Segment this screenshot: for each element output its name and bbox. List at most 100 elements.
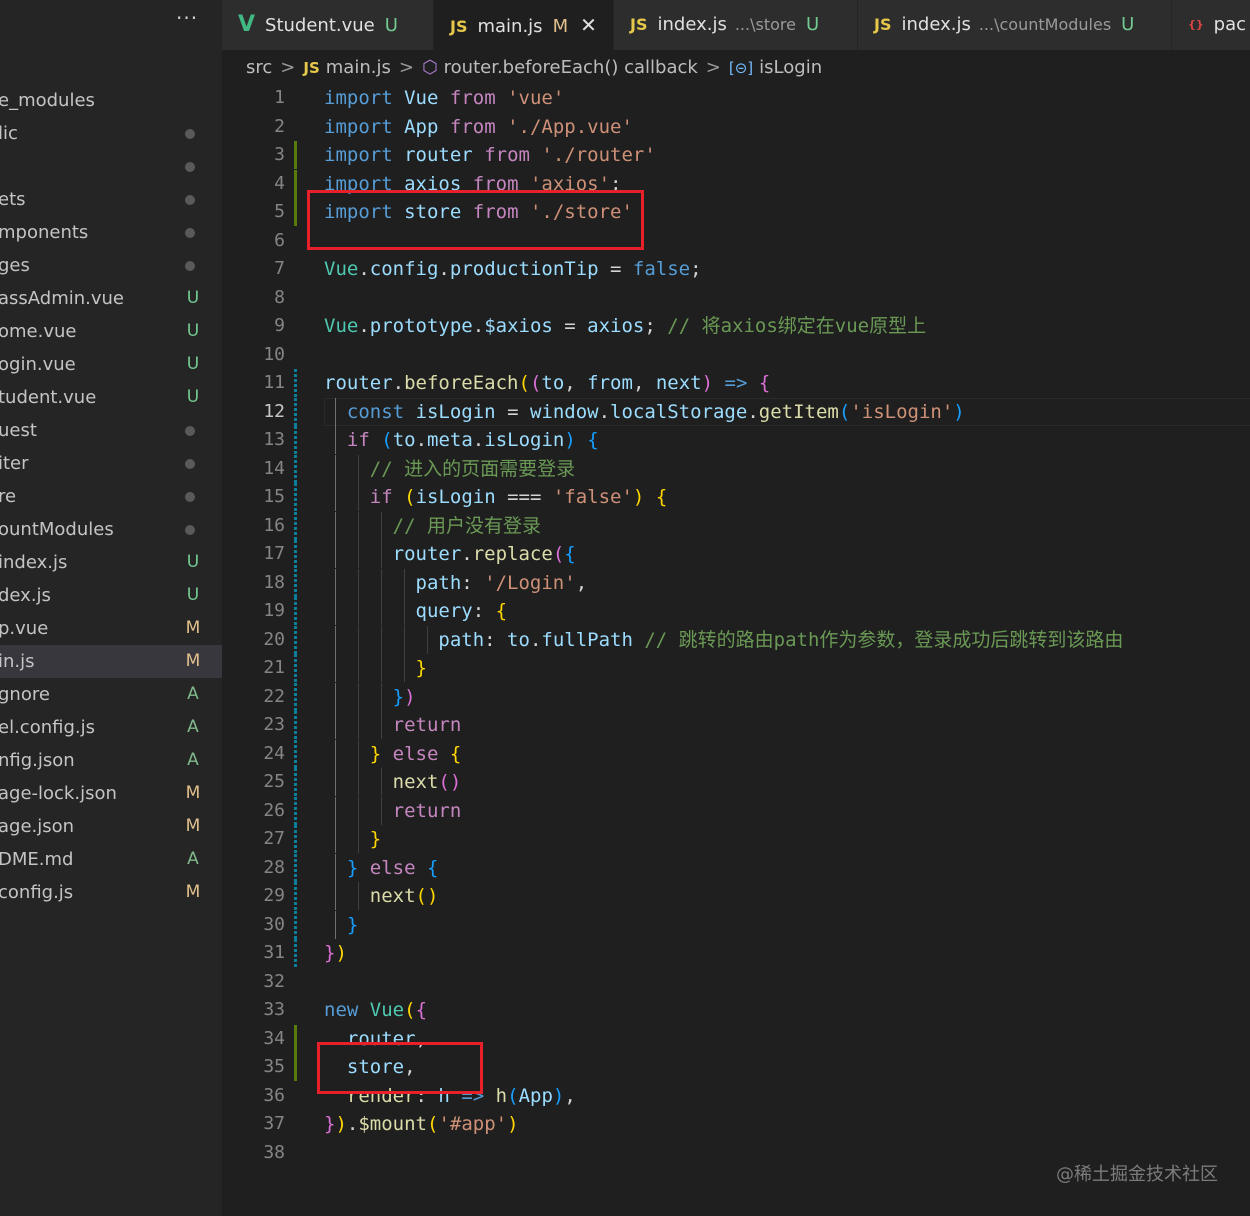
code-text[interactable]: return bbox=[324, 711, 462, 739]
code-text[interactable]: import Vue from 'vue' bbox=[324, 84, 564, 112]
code-line[interactable]: 16 // 用户没有登录 bbox=[222, 511, 1250, 540]
code-text[interactable]: import App from './App.vue' bbox=[324, 113, 633, 141]
code-line[interactable]: 28 } else { bbox=[222, 853, 1250, 882]
file-tree-item[interactable]: index.js U bbox=[0, 546, 222, 579]
breadcrumb-variable[interactable]: isLogin bbox=[759, 57, 822, 78]
code-line[interactable]: 17 router.replace({ bbox=[222, 540, 1250, 568]
code-text[interactable]: path: '/Login', bbox=[324, 569, 588, 597]
file-tree-item[interactable]: p.vue M bbox=[0, 612, 222, 645]
file-tree-item[interactable] bbox=[0, 150, 222, 183]
code-line[interactable]: 9 Vue.prototype.$axios = axios; // 将axios… bbox=[222, 312, 1250, 340]
code-line[interactable]: 3 import router from './router' bbox=[222, 141, 1250, 169]
code-text[interactable]: } bbox=[324, 825, 381, 853]
file-tree-item[interactable]: ets bbox=[0, 183, 222, 216]
code-token: // 将axios绑定在vue原型上 bbox=[667, 315, 927, 337]
file-tree-item[interactable]: nfig.json A bbox=[0, 744, 222, 777]
code-line[interactable]: 15 if (isLogin === 'false') { bbox=[222, 483, 1250, 511]
code-text[interactable]: new Vue({ bbox=[324, 996, 427, 1024]
file-tree-item[interactable]: el.config.js A bbox=[0, 711, 222, 744]
breadcrumb-folder[interactable]: src bbox=[246, 57, 272, 78]
tab-pac[interactable]: {} pac bbox=[1172, 0, 1250, 50]
code-line[interactable]: 30 } bbox=[222, 910, 1250, 939]
tab-index-js[interactable]: JS index.js ...\store U bbox=[614, 0, 858, 50]
file-tree-item[interactable]: uest bbox=[0, 414, 222, 447]
file-tree-item[interactable]: dex.js U bbox=[0, 579, 222, 612]
tab-index-js[interactable]: JS index.js ...\countModules U bbox=[858, 0, 1172, 50]
code-line[interactable]: 33 new Vue({ bbox=[222, 996, 1250, 1024]
file-tree-item[interactable]: ountModules bbox=[0, 513, 222, 546]
code-line[interactable]: 32 bbox=[222, 968, 1250, 996]
code-text[interactable]: } else { bbox=[324, 854, 439, 882]
code-text[interactable]: }) bbox=[324, 939, 347, 967]
code-token: ( bbox=[507, 1084, 519, 1107]
code-line[interactable]: 27 } bbox=[222, 825, 1250, 853]
code-line[interactable]: 19 query: { bbox=[222, 597, 1250, 625]
file-tree-item[interactable]: DME.md A bbox=[0, 843, 222, 876]
tab-Student-vue[interactable]: V Student.vue U bbox=[222, 0, 434, 50]
code-text[interactable]: path: to.fullPath // 跳转的路由path作为参数，登录成功后… bbox=[324, 626, 1123, 654]
file-tree-item[interactable]: age.json M bbox=[0, 810, 222, 843]
code-text[interactable]: const isLogin = window.localStorage.getI… bbox=[324, 398, 965, 426]
file-tree-item[interactable]: config.js M bbox=[0, 876, 222, 909]
breadcrumb-file[interactable]: main.js bbox=[326, 57, 391, 78]
code-text[interactable]: import router from './router' bbox=[324, 141, 656, 169]
file-tree-item[interactable]: re bbox=[0, 480, 222, 513]
code-text[interactable]: if (to.meta.isLogin) { bbox=[324, 426, 599, 454]
code-line[interactable]: 13 if (to.meta.isLogin) { bbox=[222, 426, 1250, 454]
code-line[interactable]: 31}) bbox=[222, 939, 1250, 967]
code-text[interactable]: if (isLogin === 'false') { bbox=[324, 483, 668, 511]
code-line[interactable]: 25 next() bbox=[222, 768, 1250, 796]
code-text[interactable]: next() bbox=[324, 768, 462, 796]
code-line[interactable]: 11 router.beforeEach((to, from, next) => … bbox=[222, 369, 1250, 397]
file-tree-item[interactable]: age-lock.json M bbox=[0, 777, 222, 810]
code-line[interactable]: 37}).$mount('#app') bbox=[222, 1110, 1250, 1138]
code-editor[interactable]: 1 import Vue from 'vue' 2 import App from '… bbox=[222, 84, 1250, 1216]
file-tree-item[interactable]: gnore A bbox=[0, 678, 222, 711]
code-line[interactable]: 29 next() bbox=[222, 882, 1250, 910]
code-text[interactable]: query: { bbox=[324, 597, 508, 625]
code-text[interactable]: Vue.prototype.$axios = axios; // 将axios绑… bbox=[324, 312, 926, 340]
code-text[interactable]: next() bbox=[324, 882, 439, 910]
file-tree-item[interactable]: lic bbox=[0, 117, 222, 150]
code-text[interactable]: } bbox=[324, 911, 358, 939]
code-line[interactable]: 7 Vue.config.productionTip = false; bbox=[222, 255, 1250, 283]
code-text[interactable]: } bbox=[324, 654, 427, 682]
file-tree-item[interactable]: in.js M bbox=[0, 645, 222, 678]
code-text[interactable]: return bbox=[324, 797, 462, 825]
code-text[interactable]: }) bbox=[324, 683, 416, 711]
code-text[interactable]: // 进入的页面需要登录 bbox=[324, 455, 575, 483]
file-tree-item[interactable]: assAdmin.vue U bbox=[0, 282, 222, 315]
code-line[interactable]: 22 }) bbox=[222, 682, 1250, 711]
file-tree-item[interactable]: iter bbox=[0, 447, 222, 480]
code-text[interactable]: }).$mount('#app') bbox=[324, 1110, 519, 1138]
code-line[interactable]: 18 path: '/Login', bbox=[222, 568, 1250, 597]
code-text[interactable]: router.replace({ bbox=[324, 540, 576, 568]
code-text[interactable]: router.beforeEach((to, from, next) => { bbox=[324, 369, 770, 397]
code-line[interactable]: 2 import App from './App.vue' bbox=[222, 113, 1250, 141]
file-tree-item[interactable]: e_modules bbox=[0, 84, 222, 117]
file-tree-item[interactable]: mponents bbox=[0, 216, 222, 249]
code-text[interactable]: Vue.config.productionTip = false; bbox=[324, 255, 702, 283]
code-line[interactable]: 26 return bbox=[222, 796, 1250, 825]
code-line[interactable]: 21 } bbox=[222, 654, 1250, 682]
file-tree-item[interactable]: ges bbox=[0, 249, 222, 282]
code-line[interactable]: 8 bbox=[222, 284, 1250, 312]
file-tree-item[interactable]: ome.vue U bbox=[0, 315, 222, 348]
file-tree-item[interactable]: ogin.vue U bbox=[0, 348, 222, 381]
breadcrumb-symbol[interactable]: router.beforeEach() callback bbox=[444, 57, 698, 78]
code-line[interactable]: 20 path: to.fullPath // 跳转的路由path作为参数，登录… bbox=[222, 625, 1250, 654]
code-text[interactable]: // 用户没有登录 bbox=[324, 512, 541, 540]
more-actions-icon[interactable]: ··· bbox=[176, 6, 198, 30]
code-line[interactable]: 23 return bbox=[222, 711, 1250, 739]
code-line[interactable]: 12 const isLogin = window.localStorage.g… bbox=[222, 397, 1250, 426]
file-tree-item[interactable]: tudent.vue U bbox=[0, 381, 222, 414]
code-text[interactable]: } else { bbox=[324, 740, 462, 768]
git-status-badge: U bbox=[186, 288, 200, 308]
code-line[interactable]: 14 // 进入的页面需要登录 bbox=[222, 454, 1250, 483]
tab-main-js[interactable]: JS main.js M ✕ bbox=[434, 0, 614, 50]
close-icon[interactable]: ✕ bbox=[580, 13, 597, 37]
code-line[interactable]: 10 bbox=[222, 341, 1250, 369]
code-line[interactable]: 24 } else { bbox=[222, 739, 1250, 768]
git-modified-gutter-marker bbox=[294, 882, 297, 910]
code-line[interactable]: 1 import Vue from 'vue' bbox=[222, 84, 1250, 112]
